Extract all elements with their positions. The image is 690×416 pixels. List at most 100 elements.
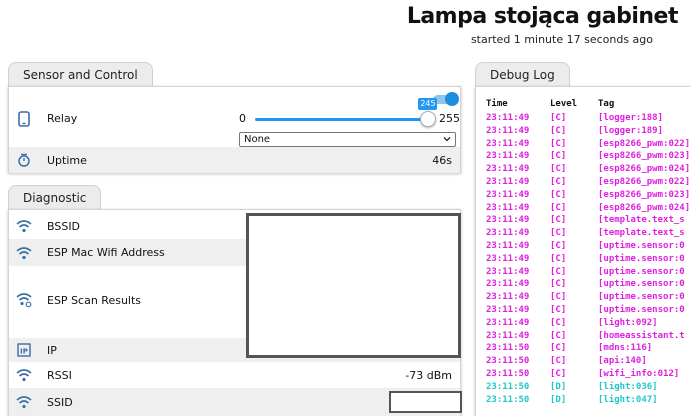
svg-text:IP: IP bbox=[20, 347, 28, 355]
log-time: 23:11:49 bbox=[486, 228, 530, 239]
wifi-settings-icon bbox=[16, 292, 32, 308]
log-level: [C] bbox=[550, 215, 567, 226]
log-tag: [logger:189] bbox=[598, 125, 664, 136]
log-level: [C] bbox=[550, 279, 567, 290]
tab-sensor-and-control[interactable]: Sensor and Control bbox=[8, 62, 153, 87]
sensor-control-card: Relay 0 245 255 None Uptime 46s bbox=[8, 86, 461, 173]
effect-select[interactable]: None bbox=[239, 132, 456, 147]
tab-diagnostic[interactable]: Diagnostic bbox=[8, 185, 102, 210]
log-level: [D] bbox=[550, 381, 567, 392]
log-tag: [esp8266_pwm:023] bbox=[598, 151, 690, 162]
relay-toggle[interactable] bbox=[433, 92, 461, 106]
log-level: [C] bbox=[550, 356, 567, 367]
log-level: [C] bbox=[550, 369, 567, 379]
uptime-value: 46s bbox=[432, 154, 452, 167]
log-level: [C] bbox=[550, 164, 567, 175]
log-tag: [uptime.sensor:0 bbox=[598, 305, 685, 315]
log-level: [C] bbox=[550, 305, 567, 315]
log-level: [C] bbox=[550, 292, 567, 303]
log-time: 23:11:49 bbox=[486, 215, 530, 226]
log-col-time: Time bbox=[486, 99, 508, 109]
log-tag: [uptime.sensor:0 bbox=[598, 253, 685, 264]
log-level: [C] bbox=[550, 266, 567, 277]
wifi-icon bbox=[16, 218, 32, 234]
diag-row-rssi: RSSI -73 dBm bbox=[9, 362, 460, 388]
relay-label: Relay bbox=[47, 112, 78, 125]
log-level: [C] bbox=[550, 253, 567, 264]
log-time: 23:11:49 bbox=[486, 125, 530, 136]
ssid-textbox[interactable] bbox=[389, 391, 462, 413]
scan-results-textbox[interactable] bbox=[246, 213, 461, 358]
log-tag: [esp8266_pwm:024] bbox=[598, 164, 690, 175]
log-level: [C] bbox=[550, 189, 567, 200]
slider-max-label: 255 bbox=[439, 112, 460, 125]
log-time: 23:11:49 bbox=[486, 164, 530, 175]
tab-label: Sensor and Control bbox=[23, 68, 138, 82]
log-level: [D] bbox=[550, 394, 567, 405]
log-tag: [logger:188] bbox=[598, 113, 664, 123]
log-tag: [esp8266_pwm:024] bbox=[598, 202, 690, 213]
tab-debug-log[interactable]: Debug Log bbox=[475, 62, 570, 87]
log-tag: [esp8266_pwm:022] bbox=[598, 177, 690, 187]
log-tag: [mdns:116] bbox=[598, 343, 653, 354]
tab-label: Diagnostic bbox=[23, 191, 87, 205]
log-col-level: Level bbox=[550, 99, 578, 109]
log-level: [C] bbox=[550, 343, 567, 354]
log-tag: [api:140] bbox=[598, 356, 647, 367]
log-tag: [uptime.sensor:0 bbox=[598, 279, 685, 290]
slider-value-bubble: 245 bbox=[418, 98, 438, 110]
log-time: 23:11:49 bbox=[486, 241, 530, 251]
log-tag: [homeassistant.t bbox=[598, 330, 685, 341]
log-tag: [esp8266_pwm:023] bbox=[598, 189, 690, 200]
log-time: 23:11:49 bbox=[486, 330, 530, 341]
timer-icon bbox=[16, 152, 32, 168]
uptime-row: Uptime 46s bbox=[9, 147, 460, 173]
log-level: [C] bbox=[550, 138, 567, 149]
diag-label: SSID bbox=[47, 396, 73, 409]
page-title: Lampa stojąca gabinet bbox=[406, 4, 679, 29]
slider-min-label: 0 bbox=[239, 112, 246, 125]
tab-label: Debug Log bbox=[490, 68, 555, 82]
log-tag: [light:036] bbox=[598, 381, 658, 392]
log-time: 23:11:50 bbox=[486, 343, 530, 354]
uptime-subtitle: started 1 minute 17 seconds ago bbox=[470, 33, 653, 46]
effect-select-value: None bbox=[244, 134, 271, 145]
log-level: [C] bbox=[550, 125, 567, 136]
uptime-label: Uptime bbox=[47, 154, 87, 167]
log-time: 23:11:49 bbox=[486, 305, 530, 315]
log-time: 23:11:49 bbox=[486, 177, 530, 187]
log-level: [C] bbox=[550, 228, 567, 239]
log-level: [C] bbox=[550, 113, 567, 123]
diag-label: ESP Mac Wifi Address bbox=[47, 246, 165, 259]
log-col-tag: Tag bbox=[598, 99, 615, 109]
diag-label: ESP Scan Results bbox=[47, 294, 142, 307]
log-tag: [template.text_s bbox=[598, 215, 685, 226]
log-time: 23:11:50 bbox=[486, 369, 530, 379]
relay-row: Relay 0 245 255 None bbox=[9, 91, 461, 147]
brightness-slider-thumb[interactable] bbox=[419, 111, 436, 127]
ip-icon: IP bbox=[16, 342, 32, 358]
log-time: 23:11:50 bbox=[486, 381, 530, 392]
log-time: 23:11:49 bbox=[486, 138, 530, 149]
log-level: [C] bbox=[550, 151, 567, 162]
debug-log-card: Time Level Tag 23:11:49 [C] [logger:188] 23… bbox=[475, 86, 690, 416]
log-level: [C] bbox=[550, 330, 567, 341]
log-level: [C] bbox=[550, 177, 567, 187]
log-time: 23:11:49 bbox=[486, 292, 530, 303]
log-tag: [uptime.sensor:0 bbox=[598, 241, 685, 251]
wifi-icon bbox=[16, 394, 32, 410]
log-time: 23:11:49 bbox=[486, 253, 530, 264]
mobile-device-icon bbox=[16, 111, 32, 127]
log-time: 23:11:49 bbox=[486, 113, 530, 123]
log-time: 23:11:49 bbox=[486, 317, 530, 328]
log-tag: [uptime.sensor:0 bbox=[598, 266, 685, 277]
log-time: 23:11:50 bbox=[486, 356, 530, 367]
log-tag: [uptime.sensor:0 bbox=[598, 292, 685, 303]
diag-label: IP bbox=[47, 344, 57, 357]
diag-label: RSSI bbox=[47, 369, 72, 382]
log-tag: [esp8266_pwm:022] bbox=[598, 138, 690, 149]
brightness-slider-track[interactable] bbox=[255, 118, 435, 121]
rssi-value: -73 dBm bbox=[405, 369, 452, 382]
wifi-icon bbox=[16, 245, 32, 261]
log-level: [C] bbox=[550, 317, 567, 328]
